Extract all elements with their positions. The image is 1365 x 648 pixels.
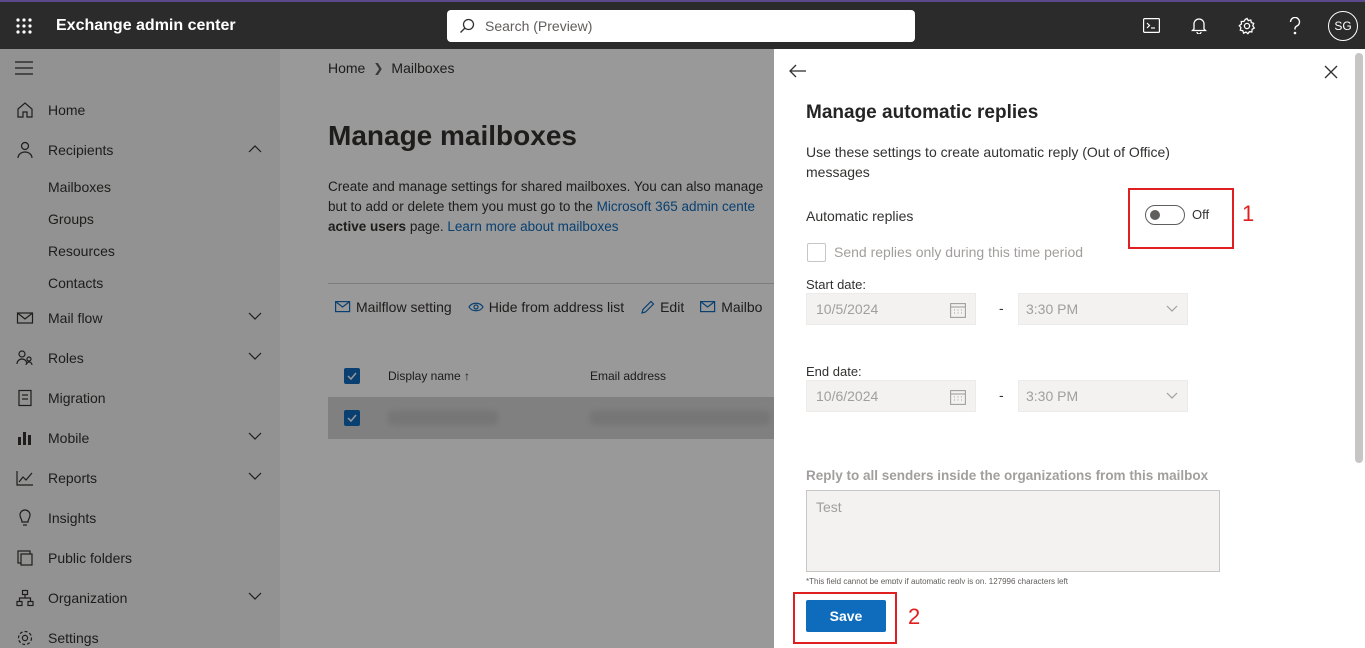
app-launcher-icon[interactable] <box>0 2 48 50</box>
start-time-dropdown[interactable]: 3:30 PM <box>1018 293 1188 325</box>
automatic-replies-panel: Manage automatic replies Use these setti… <box>774 49 1365 648</box>
time-period-label: Send replies only during this time perio… <box>834 244 1084 260</box>
avatar[interactable]: SG <box>1328 10 1358 41</box>
back-arrow-icon[interactable] <box>789 64 807 83</box>
date-time-separator: - <box>999 387 1004 403</box>
start-time-value: 3:30 PM <box>1026 301 1079 317</box>
top-bar: Exchange admin center Search (Preview) S… <box>0 0 1365 49</box>
gear-icon[interactable] <box>1223 2 1271 49</box>
panel-title: Manage automatic replies <box>806 102 1039 123</box>
panel-scrollbar[interactable] <box>1355 53 1363 463</box>
app-title[interactable]: Exchange admin center <box>56 17 236 35</box>
date-time-separator: - <box>999 300 1004 316</box>
start-date-picker[interactable]: 10/5/2024 <box>806 293 976 325</box>
toggle-knob <box>1150 210 1160 220</box>
help-icon[interactable] <box>1271 2 1319 49</box>
end-date-picker[interactable]: 10/6/2024 <box>806 380 976 412</box>
end-time-dropdown[interactable]: 3:30 PM <box>1018 380 1188 412</box>
end-date-value: 10/6/2024 <box>816 388 879 404</box>
start-date-value: 10/5/2024 <box>816 301 879 317</box>
internal-reply-textarea[interactable]: Test <box>806 490 1220 572</box>
close-icon[interactable] <box>1324 65 1338 84</box>
search-box[interactable]: Search (Preview) <box>447 10 915 42</box>
search-icon <box>460 18 475 33</box>
start-date-label: Start date: <box>806 277 866 292</box>
internal-reply-label: Reply to all senders inside the organiza… <box>806 468 1209 483</box>
annotation-number: 1 <box>1242 201 1255 226</box>
automatic-replies-toggle[interactable] <box>1145 205 1185 225</box>
character-count-hint: *This field cannot be empty if automatic… <box>806 577 1068 584</box>
automatic-replies-label: Automatic replies <box>806 208 914 224</box>
annotation-number: 2 <box>908 604 921 629</box>
save-button[interactable]: Save <box>806 600 886 632</box>
terminal-icon[interactable] <box>1127 2 1175 49</box>
search-placeholder: Search (Preview) <box>485 18 593 34</box>
calendar-icon <box>950 390 966 405</box>
time-period-checkbox[interactable] <box>807 243 826 262</box>
chevron-down-icon <box>1166 392 1178 399</box>
chevron-down-icon <box>1166 305 1178 312</box>
end-date-label: End date: <box>806 364 862 379</box>
toggle-state-label: Off <box>1192 207 1210 222</box>
panel-description: Use these settings to create automatic r… <box>806 144 1170 180</box>
bell-icon[interactable] <box>1175 2 1223 49</box>
end-time-value: 3:30 PM <box>1026 388 1079 404</box>
calendar-icon <box>950 303 966 318</box>
modal-overlay[interactable] <box>0 49 774 648</box>
